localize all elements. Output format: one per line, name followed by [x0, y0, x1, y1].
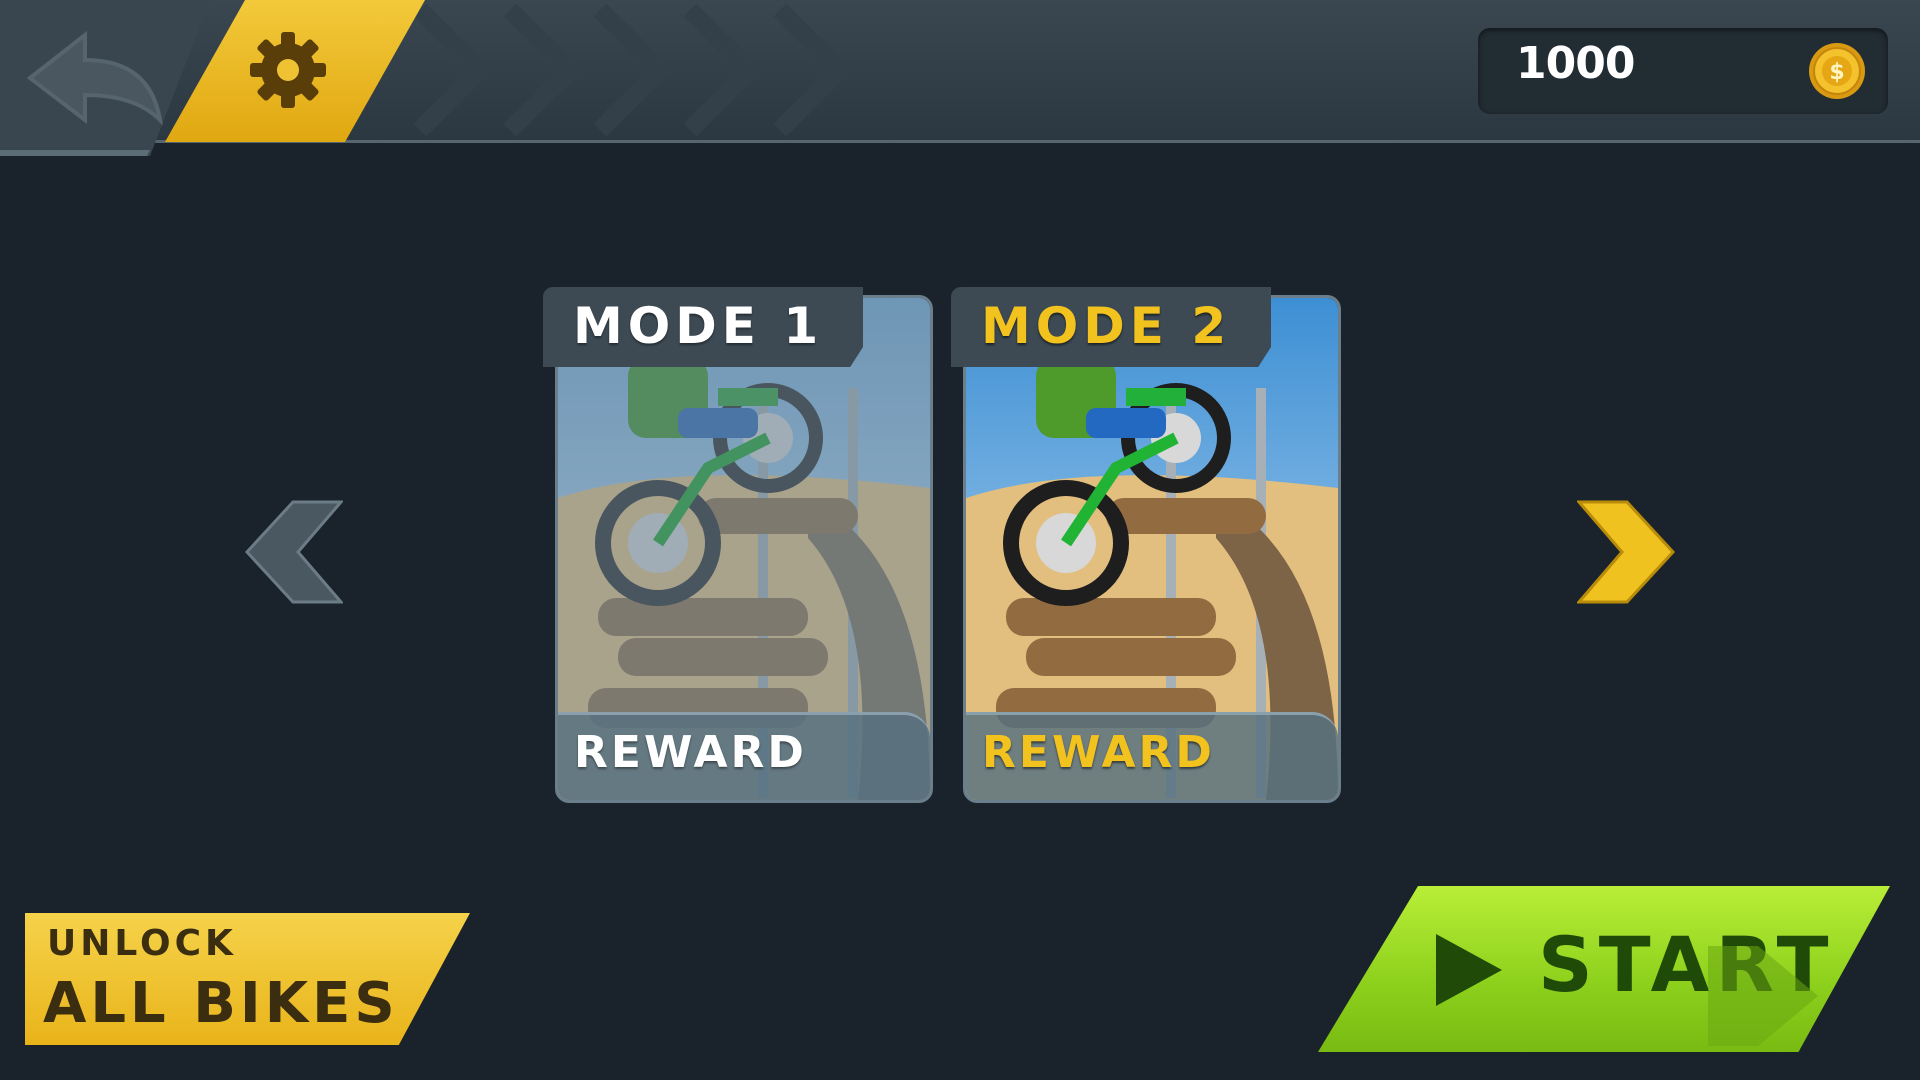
- gear-icon: [250, 32, 326, 108]
- mode-card-header: MODE 1: [543, 287, 863, 367]
- prev-mode-button[interactable]: [243, 500, 343, 604]
- mode-card-footer: REWARD: [558, 712, 930, 800]
- mode-card-frame: REWARD: [963, 295, 1341, 803]
- unlock-all-bikes-button[interactable]: UNLOCK ALL BIKES: [25, 913, 470, 1045]
- mode-card-1[interactable]: REWARD MODE 1: [543, 287, 933, 803]
- svg-text:$: $: [1829, 60, 1844, 85]
- mode-card-header: MODE 2: [951, 287, 1271, 367]
- reward-label: REWARD: [574, 727, 807, 778]
- mode-card-2[interactable]: REWARD MODE 2: [951, 287, 1341, 803]
- dollar-coin-icon: $: [1809, 43, 1865, 99]
- mode-card-frame: REWARD: [555, 295, 933, 803]
- chevron-decoration: [413, 3, 853, 137]
- reward-label: REWARD: [982, 727, 1215, 778]
- coin-count: 1000: [1516, 38, 1635, 89]
- unlock-line2: ALL BIKES: [43, 971, 399, 1036]
- mode-title: MODE 1: [573, 297, 824, 355]
- unlock-line1: UNLOCK: [47, 923, 237, 964]
- mode-title: MODE 2: [981, 297, 1232, 355]
- start-button[interactable]: START: [1318, 886, 1890, 1052]
- next-mode-button[interactable]: [1577, 500, 1677, 604]
- play-icon: [1436, 934, 1502, 1006]
- coin-balance: 1000 $: [1478, 28, 1888, 114]
- mode-card-footer: REWARD: [966, 712, 1338, 800]
- arrow-decoration-icon: [1708, 946, 1818, 1046]
